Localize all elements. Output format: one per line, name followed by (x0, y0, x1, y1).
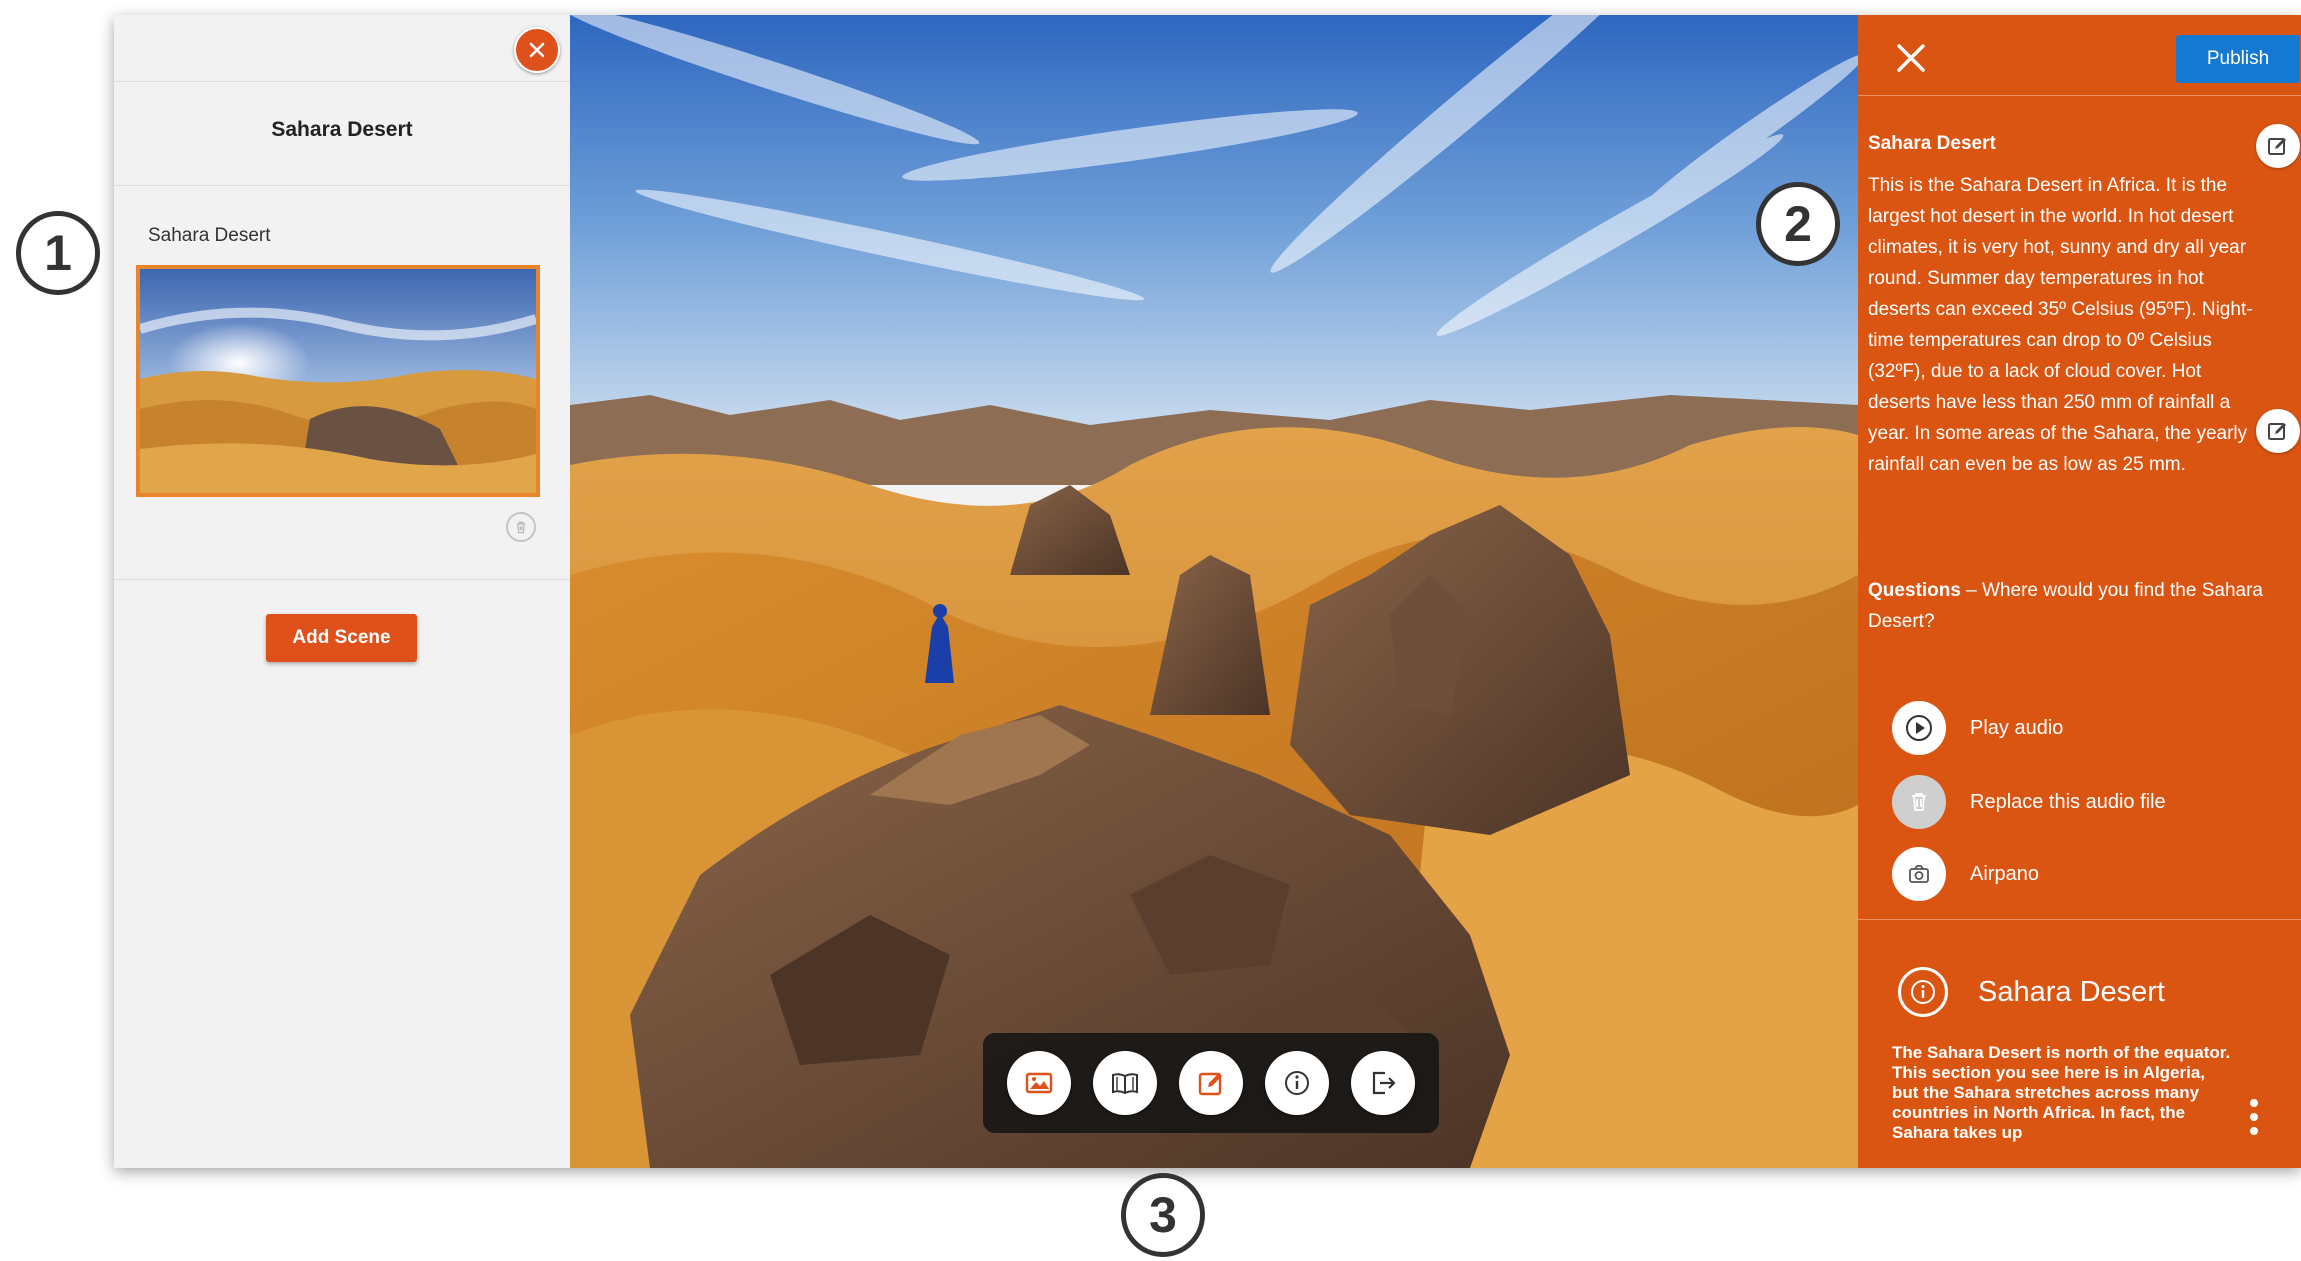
replace-audio-label: Replace this audio file (1970, 790, 2166, 813)
trash-icon (517, 521, 525, 534)
info-icon (1285, 1071, 1309, 1095)
toolbar-book-button[interactable] (1093, 1051, 1157, 1115)
info-section-header: Sahara Desert (1898, 967, 2165, 1017)
play-icon (1906, 715, 1932, 741)
divider (114, 185, 570, 186)
toolbar-info-button[interactable] (1265, 1051, 1329, 1115)
publish-button[interactable]: Publish (2176, 35, 2300, 83)
camera-badge (1892, 847, 1946, 901)
more-options-icon[interactable] (2248, 1097, 2260, 1137)
close-panel-button[interactable] (514, 27, 560, 73)
camera-icon (1909, 865, 1929, 883)
play-audio-label: Play audio (1970, 716, 2064, 739)
scene-panel: Sahara Desert Sahara Desert Add Scene (114, 15, 571, 1168)
close-icon[interactable] (1894, 41, 1928, 75)
delete-scene-button[interactable] (506, 512, 536, 542)
info-badge (1898, 967, 1948, 1017)
toolbar-exit-button[interactable] (1351, 1051, 1415, 1115)
scene-name: Sahara Desert (148, 225, 271, 246)
scene-thumbnail-image (140, 269, 536, 493)
replace-audio-button[interactable] (1892, 775, 1946, 829)
callout-2: 2 (1756, 182, 1840, 266)
book-icon (1112, 1073, 1138, 1095)
questions-text: Questions – Where would you find the Sah… (1868, 575, 2263, 637)
scene-thumbnail[interactable] (136, 265, 540, 497)
info-title: Sahara Desert (1978, 975, 2165, 1008)
photo-credit-label: Airpano (1970, 862, 2039, 885)
viewer-toolbar (983, 1033, 1439, 1133)
divider (1858, 95, 2301, 96)
image-icon (1025, 1072, 1053, 1094)
play-audio-button[interactable] (1892, 701, 1946, 755)
toolbar-edit-button[interactable] (1179, 1051, 1243, 1115)
description-text: This is the Sahara Desert in Africa. It … (1868, 175, 2253, 475)
exit-icon (1372, 1071, 1396, 1095)
toolbar-image-button[interactable] (1007, 1051, 1071, 1115)
edit-icon (2268, 138, 2286, 155)
photo-credit-row: Airpano (1892, 847, 2039, 901)
app-window: Sahara Desert Sahara Desert Add Scene Pu… (114, 15, 2301, 1168)
divider (114, 579, 570, 580)
add-scene-button[interactable]: Add Scene (266, 614, 417, 662)
panorama-image (570, 15, 1858, 1168)
callout-3: 3 (1121, 1173, 1205, 1257)
edit-title-button[interactable] (2256, 124, 2300, 168)
edit-icon (2268, 423, 2286, 440)
divider (1858, 919, 2301, 920)
info-icon (1911, 980, 1935, 1004)
description-title: Sahara Desert (1868, 133, 1996, 154)
info-body: The Sahara Desert is north of the equato… (1892, 1043, 2231, 1142)
panel-title: Sahara Desert (271, 118, 413, 141)
info-panel: Publish Sahara Desert This is the Sahara… (1858, 15, 2301, 1168)
replace-audio-row[interactable]: Replace this audio file (1892, 775, 2166, 829)
callout-1: 1 (16, 211, 100, 295)
panorama-viewer[interactable] (570, 15, 1858, 1168)
edit-icon (1198, 1072, 1222, 1096)
trash-icon (1912, 793, 1926, 811)
divider (114, 81, 570, 82)
play-audio-row[interactable]: Play audio (1892, 701, 2063, 755)
questions-label: Questions (1868, 580, 1961, 601)
close-icon (529, 42, 545, 58)
